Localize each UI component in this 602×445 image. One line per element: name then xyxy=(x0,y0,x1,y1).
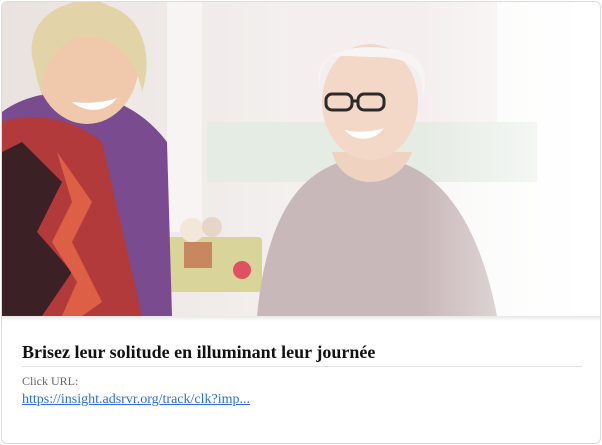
click-url-link[interactable]: https://insight.adsrvr.org/track/clk?imp… xyxy=(22,392,250,408)
ad-hero-image xyxy=(2,2,600,316)
click-url-label: Click URL: xyxy=(22,374,79,388)
ad-preview-card: Brisez leur solitude en illuminant leur … xyxy=(1,1,601,444)
ad-title: Brisez leur solitude en illuminant leur … xyxy=(22,342,582,367)
ad-photo xyxy=(2,2,600,316)
hero-divider xyxy=(2,316,600,321)
